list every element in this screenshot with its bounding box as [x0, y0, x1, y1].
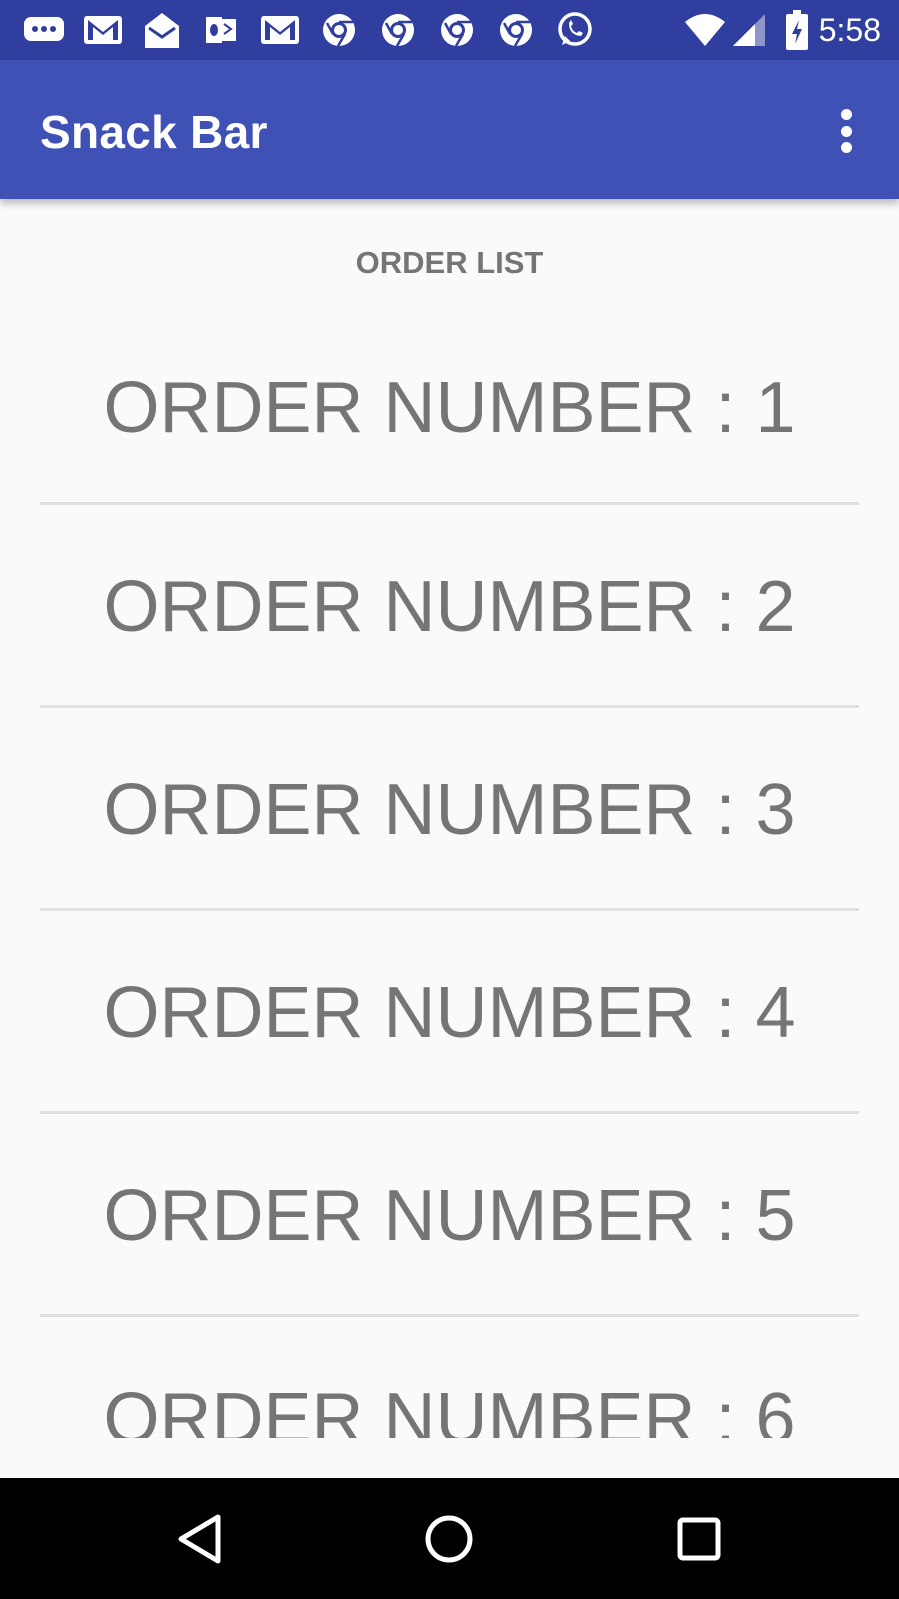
chrome-icon [435, 12, 479, 48]
back-icon[interactable] [165, 1508, 235, 1570]
navigation-bar [0, 1478, 899, 1599]
recents-icon[interactable] [664, 1508, 734, 1570]
order-label: ORDER NUMBER : 5 [103, 1176, 796, 1256]
wifi-icon [683, 12, 727, 48]
chrome-icon [376, 12, 420, 48]
more-vertical-icon[interactable] [833, 105, 859, 157]
chrome-icon [317, 12, 361, 48]
list-item[interactable]: ORDER NUMBER : 5 [40, 1114, 859, 1314]
order-label: ORDER NUMBER : 1 [103, 368, 796, 448]
home-icon[interactable] [414, 1508, 484, 1570]
app-bar: Snack Bar [0, 60, 899, 199]
outlook-icon [199, 12, 243, 48]
status-clock: 5:58 [818, 11, 881, 48]
whatsapp-icon [553, 12, 597, 48]
inbox-icon [140, 12, 184, 48]
chat-bubble-icon [22, 12, 66, 48]
status-bar: 5:58 [0, 0, 899, 60]
order-label: ORDER NUMBER : 3 [103, 770, 796, 850]
list-item[interactable]: ORDER NUMBER : 4 [40, 911, 859, 1111]
list-item[interactable]: ORDER NUMBER : 1 [40, 302, 859, 502]
order-label: ORDER NUMBER : 6 [103, 1379, 796, 1438]
chrome-icon [494, 12, 538, 48]
list-item[interactable]: ORDER NUMBER : 6 [40, 1317, 859, 1438]
order-label: ORDER NUMBER : 2 [103, 567, 796, 647]
list-item[interactable]: ORDER NUMBER : 3 [40, 708, 859, 908]
battery-charging-icon [785, 10, 809, 50]
gmail-icon [81, 12, 125, 48]
list-title: ORDER LIST [355, 245, 544, 280]
order-list[interactable]: ORDER NUMBER : 1 ORDER NUMBER : 2 ORDER … [40, 302, 859, 1438]
app-title: Snack Bar [40, 106, 268, 158]
gmail-icon [258, 12, 302, 48]
signal-icon [731, 12, 767, 48]
order-label: ORDER NUMBER : 4 [103, 973, 796, 1053]
list-item[interactable]: ORDER NUMBER : 2 [40, 505, 859, 705]
